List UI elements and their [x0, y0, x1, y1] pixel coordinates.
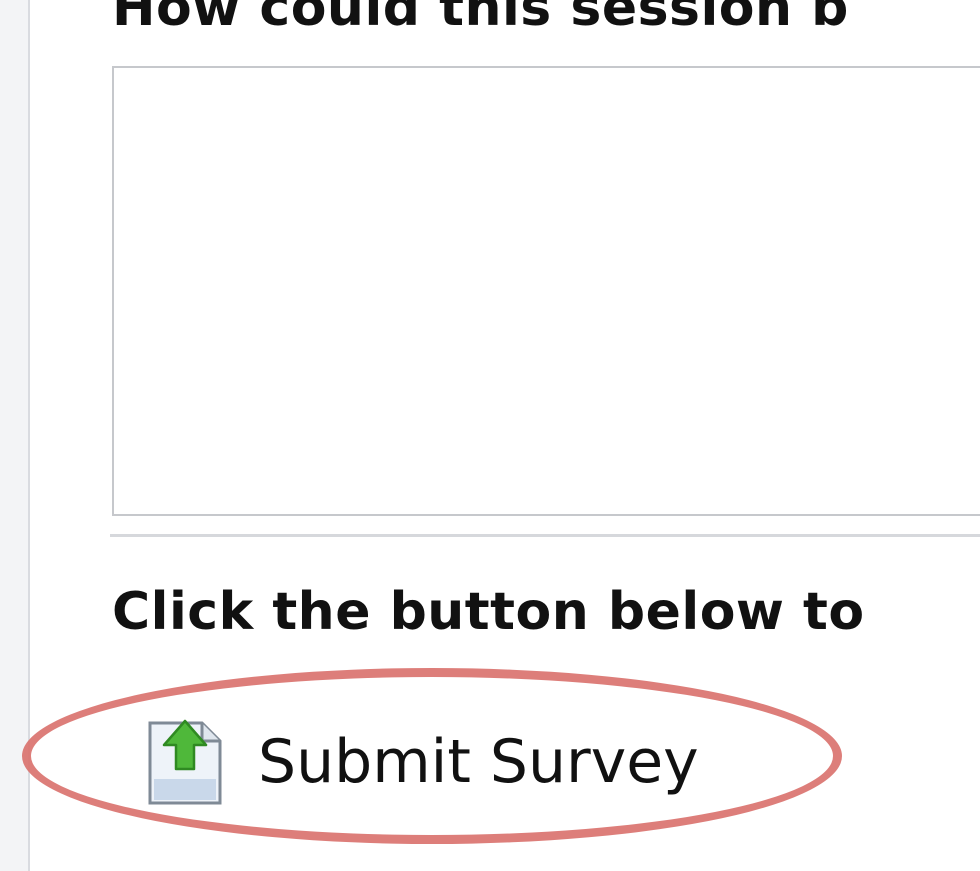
upload-document-icon: [148, 719, 222, 805]
question-heading: How could this session b: [112, 0, 849, 38]
instruction-text: Click the button below to: [112, 582, 865, 642]
survey-page: How could this session b Click the butto…: [0, 0, 980, 871]
feedback-textarea[interactable]: [112, 66, 980, 516]
submit-survey-button[interactable]: Submit Survey: [146, 714, 699, 810]
section-divider: [110, 534, 980, 537]
left-panel-edge: [0, 0, 30, 871]
submit-survey-label: Submit Survey: [258, 727, 699, 797]
